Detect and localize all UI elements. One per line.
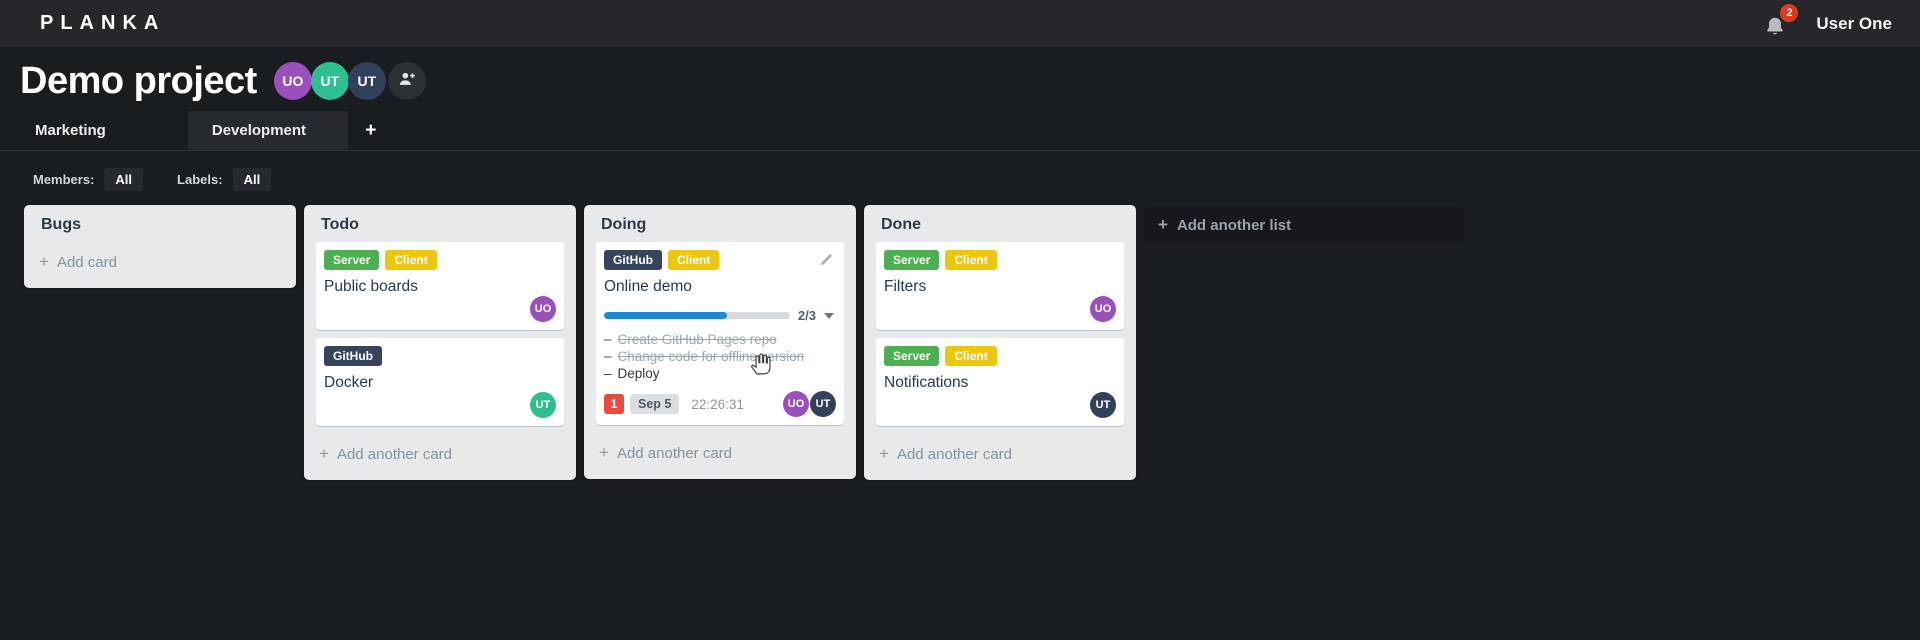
notification-count-badge: 2 <box>1780 3 1799 22</box>
filter-bar: Members: All Labels: All <box>0 151 1920 193</box>
card-title: Docker <box>324 374 374 391</box>
labels-filter-value[interactable]: All <box>232 167 272 191</box>
card-label: Server <box>884 250 940 270</box>
card-label: Server <box>324 250 380 270</box>
plus-icon: + <box>1158 215 1168 234</box>
project-member-avatar[interactable]: UT <box>310 62 349 100</box>
members-filter-value[interactable]: All <box>104 167 144 191</box>
list-title[interactable]: Todo <box>321 216 359 233</box>
card-title: Notifications <box>884 374 969 391</box>
plus-icon: + <box>365 119 377 141</box>
list-todo: Todo Server Client Public boards UO GitH… <box>304 205 576 480</box>
add-card-label: Add another card <box>896 445 1013 463</box>
project-title[interactable]: Demo project <box>20 60 257 103</box>
card-label: Client <box>385 250 437 270</box>
card-filters[interactable]: Server Client Filters UO <box>876 242 1124 330</box>
progress-bar-fill <box>604 312 727 319</box>
card-title: Online demo <box>604 278 692 295</box>
card-label: Client <box>668 250 720 270</box>
card-member-avatar: UT <box>1090 392 1116 418</box>
add-card-label: Add card <box>56 253 117 271</box>
board-tabs: Marketing Development + <box>0 111 1920 151</box>
planka-logo: PLANKA <box>40 12 166 34</box>
plus-icon: + <box>319 444 329 463</box>
plus-icon: + <box>879 444 889 463</box>
user-menu[interactable]: User One <box>1816 14 1892 34</box>
add-list-label: Add another list <box>1176 216 1292 234</box>
add-card-button[interactable]: + Add another card <box>316 434 564 474</box>
dash-icon: – <box>604 366 612 381</box>
card-member-avatar: UT <box>810 391 836 417</box>
add-project-member-button[interactable] <box>387 62 426 100</box>
edit-card-pencil-icon[interactable] <box>819 252 834 272</box>
plus-icon: + <box>599 443 609 462</box>
add-card-button[interactable]: + Add card <box>36 242 284 282</box>
timer-display[interactable]: 22:26:31 <box>691 397 744 412</box>
card-label: GitHub <box>604 250 662 270</box>
list-title[interactable]: Bugs <box>41 216 81 233</box>
card-footer: 1 Sep 5 22:26:31 UO UT <box>604 391 836 417</box>
card-title: Public boards <box>324 278 418 295</box>
card-docker[interactable]: GitHub Docker UT <box>316 338 564 426</box>
add-list-button[interactable]: + Add another list <box>1144 207 1464 243</box>
list-bugs: Bugs + Add card <box>24 205 296 288</box>
chevron-down-icon[interactable] <box>824 312 834 319</box>
labels-filter-label: Labels: <box>177 171 223 187</box>
progress-value: 2/3 <box>797 308 816 323</box>
board: Bugs + Add card Todo Server Client Publi… <box>0 193 1920 480</box>
card-online-demo[interactable]: GitHub Client Online demo 2/3 – Create Gi… <box>596 242 844 425</box>
tasks-progress: 2/3 <box>604 308 836 323</box>
card-label: GitHub <box>324 346 382 366</box>
card-member-avatar: UO <box>530 296 556 322</box>
task-item: – Deploy <box>604 366 660 381</box>
list-title[interactable]: Done <box>881 216 921 233</box>
task-item: – Change code for offline version <box>604 349 805 364</box>
card-member-avatar: UT <box>530 392 556 418</box>
top-bar: PLANKA 2 User One <box>0 0 1920 47</box>
tab-development[interactable]: Development <box>187 111 348 150</box>
progress-bar <box>604 312 790 319</box>
task-list: – Create GitHub Pages repo – Change code f… <box>604 331 836 382</box>
add-board-button[interactable]: + <box>348 111 394 150</box>
card-label: Server <box>884 346 940 366</box>
tab-marketing[interactable]: Marketing <box>19 111 122 150</box>
list-title[interactable]: Doing <box>601 216 646 233</box>
list-doing: Doing GitHub Client Online demo 2/3 – Cr… <box>584 205 856 479</box>
card-label: Client <box>945 250 997 270</box>
project-header: Demo project UO UT UT <box>0 47 1920 105</box>
project-member-avatar[interactable]: UO <box>273 62 312 100</box>
due-date-badge[interactable]: Sep 5 <box>630 394 680 414</box>
card-title: Filters <box>884 278 927 295</box>
card-notification-badge: 1 <box>604 394 624 414</box>
task-item: – Create GitHub Pages repo <box>604 332 777 347</box>
plus-icon: + <box>39 252 49 271</box>
project-members: UO UT UT <box>273 62 426 100</box>
members-filter-label: Members: <box>33 171 95 187</box>
card-member-avatar: UO <box>783 391 809 417</box>
add-card-label: Add another card <box>336 445 453 463</box>
card-label: Client <box>945 346 997 366</box>
person-plus-icon <box>397 69 417 94</box>
card-member-avatar: UO <box>1090 296 1116 322</box>
project-member-avatar[interactable]: UT <box>347 62 386 100</box>
dash-icon: – <box>604 332 612 347</box>
notifications-button[interactable]: 2 <box>1764 3 1799 38</box>
add-card-button[interactable]: + Add another card <box>876 434 1124 474</box>
card-public-boards[interactable]: Server Client Public boards UO <box>316 242 564 330</box>
add-card-label: Add another card <box>616 444 733 462</box>
dash-icon: – <box>604 349 612 364</box>
card-notifications[interactable]: Server Client Notifications UT <box>876 338 1124 426</box>
list-done: Done Server Client Filters UO Server Cli… <box>864 205 1136 480</box>
add-card-button[interactable]: + Add another card <box>596 433 844 473</box>
